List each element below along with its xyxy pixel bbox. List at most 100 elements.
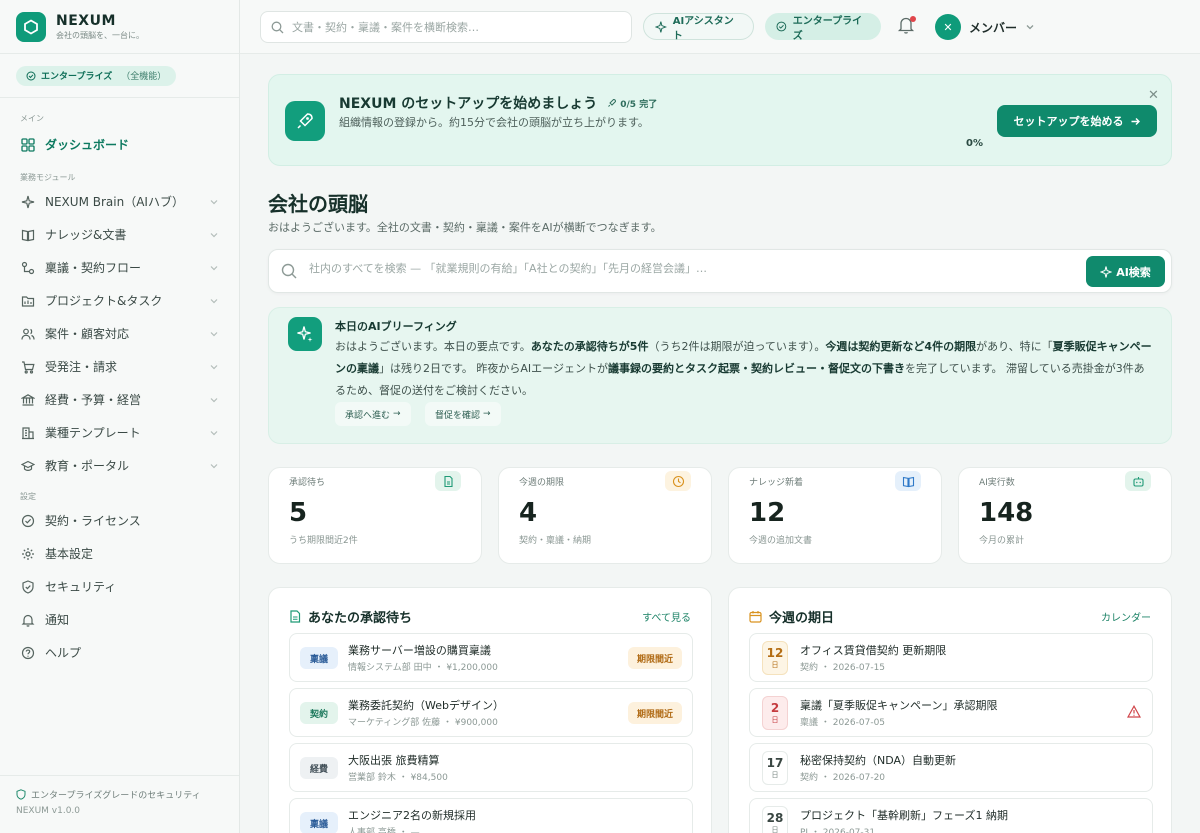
- nav-section-settings: 設定: [20, 492, 36, 501]
- ai-assistant-button[interactable]: AIアシスタント: [643, 13, 754, 42]
- stat-card[interactable]: AI実行数 148 今月の累計: [958, 467, 1172, 564]
- approval-row[interactable]: 経費 大阪出張 旅費精算 営業部 鈴木 ・ ¥84,500: [289, 743, 693, 792]
- page-title: 会社の頭脳: [268, 192, 368, 216]
- stat-value: 5: [289, 498, 308, 528]
- grid-icon: [20, 137, 36, 153]
- help-icon: [20, 645, 36, 661]
- approvals-title: あなたの承認待ち: [308, 611, 413, 626]
- stat-sub: 今週の追加文書: [749, 536, 813, 546]
- sidebar-item-nexum-brain[interactable]: NEXUM Brain（AIハブ）: [0, 185, 239, 218]
- sidebar-item-license[interactable]: 契約・ライセンス: [0, 504, 239, 537]
- close-icon[interactable]: ✕: [1148, 88, 1159, 103]
- brand-tagline: 会社の頭脳を、一台に。: [56, 30, 144, 40]
- bell-icon: [20, 612, 36, 628]
- arrow-right-icon: [1131, 117, 1140, 125]
- brand[interactable]: NEXUM 会社の頭脳を、一台に。: [0, 0, 239, 54]
- approval-row[interactable]: 稟議 業務サーバー増設の購買稟議 情報システム部 田中 ・ ¥1,200,000 期限…: [289, 633, 693, 682]
- days-unit: 日: [771, 770, 779, 779]
- sidebar: NEXUM 会社の頭脳を、一台に。 エンタープライズ （全機能） メイン ダッシ…: [0, 0, 240, 833]
- sidebar-item-dashboard[interactable]: ダッシュボード: [0, 128, 239, 161]
- start-setup-button[interactable]: セットアップを始める: [997, 105, 1157, 137]
- setup-banner: NEXUM のセットアップを始めましょう 0/5 完了 組織情報の登録から。約1…: [268, 74, 1172, 166]
- sparkle-icon: [1100, 265, 1113, 278]
- sidebar-item-finance[interactable]: 経費・予算・経営: [0, 383, 239, 416]
- sidebar-item-help[interactable]: ヘルプ: [0, 636, 239, 669]
- sidebar-item-label: 基本設定: [45, 547, 94, 561]
- stat-card[interactable]: 承認待ち 5 うち期限間近2件: [268, 467, 482, 564]
- ai-search-button[interactable]: AI検索: [1086, 256, 1165, 287]
- arrow-right-icon: →: [483, 409, 491, 419]
- brain-search-input[interactable]: [309, 262, 1069, 275]
- sidebar-item-notifications[interactable]: 通知: [0, 603, 239, 636]
- sidebar-item-approval-flow[interactable]: 稟議・契約フロー: [0, 251, 239, 284]
- sidebar-item-label: ヘルプ: [45, 646, 82, 660]
- approval-meta: 情報システム部 田中 ・ ¥1,200,000: [348, 663, 498, 673]
- days-left-box: 12 日: [762, 641, 788, 675]
- chevron-down-icon: [210, 298, 218, 303]
- app-version: NEXUM v1.0.0: [16, 806, 81, 816]
- setup-percent: 0%: [966, 138, 983, 149]
- sidebar-item-orders[interactable]: 受発注・請求: [0, 350, 239, 383]
- users-icon: [20, 326, 36, 342]
- briefing-highlight: あなたの承認待ちが5件: [530, 340, 649, 353]
- deadline-row[interactable]: 17 日秘密保持契約（NDA）自動更新 契約 ・ 2026-07-20: [749, 743, 1153, 792]
- deadline-row[interactable]: 28 日プロジェクト「基幹刷新」フェーズ1 納期 PJ ・ 2026-07-31: [749, 798, 1153, 833]
- sidebar-item-label: 経費・予算・経営: [45, 393, 142, 407]
- notifications-button[interactable]: [897, 15, 917, 37]
- calendar-link[interactable]: カレンダー: [1101, 609, 1151, 624]
- sparkle-icon: [655, 21, 667, 32]
- sidebar-item-settings[interactable]: 基本設定: [0, 537, 239, 570]
- sidebar-item-label: 受発注・請求: [45, 360, 118, 374]
- stat-value: 148: [979, 498, 1034, 528]
- sparkle-icon: [20, 194, 36, 210]
- logo-icon: [16, 11, 46, 42]
- deadline-row[interactable]: 2 日稟議「夏季販促キャンペーン」承認期限 稟議 ・ 2026-07-05: [749, 688, 1153, 737]
- days-unit: 日: [771, 825, 779, 833]
- global-search-input[interactable]: [292, 20, 621, 34]
- sidebar-item-knowledge[interactable]: ナレッジ&文書: [0, 218, 239, 251]
- sidebar-item-cases[interactable]: 案件・顧客対応: [0, 317, 239, 350]
- sidebar-item-industry-templates[interactable]: 業種テンプレート: [0, 416, 239, 449]
- document-icon: [435, 471, 461, 491]
- approval-row[interactable]: 稟議 エンジニア2名の新規採用 人事部 高橋 ・ —: [289, 798, 693, 833]
- document-icon: [290, 610, 301, 623]
- chevron-down-icon: [210, 364, 218, 369]
- nav-section-main: メイン: [20, 114, 44, 123]
- sidebar-item-label: セキュリティ: [45, 580, 117, 594]
- go-to-approvals-link[interactable]: 承認へ進む →: [335, 402, 411, 426]
- briefing-text: （うち2件は期限が迫っています）。: [648, 340, 826, 353]
- avatar: ✕: [935, 14, 961, 40]
- briefing-highlight: 議事録の要約とタスク起票・契約レビュー・督促文の下書き: [607, 362, 905, 375]
- check-reminders-link[interactable]: 督促を確認 →: [425, 402, 501, 426]
- sidebar-item-security[interactable]: セキュリティ: [0, 570, 239, 603]
- cart-icon: [20, 359, 36, 375]
- sidebar-item-label: 契約・ライセンス: [45, 514, 141, 528]
- stat-card[interactable]: ナレッジ新着 12 今週の追加文書: [728, 467, 942, 564]
- days-left: 12: [766, 645, 784, 660]
- deadlines-panel: 今週の期日 カレンダー 12 日オフィス賃貸借契約 更新期限 契約 ・ 2026-0…: [728, 587, 1172, 833]
- deadline-meta: 契約 ・ 2026-07-20: [800, 773, 886, 783]
- stat-value: 12: [749, 498, 786, 528]
- global-search[interactable]: [260, 11, 632, 43]
- sidebar-item-education[interactable]: 教育・ポータル: [0, 449, 239, 482]
- chevron-down-icon: [210, 430, 218, 435]
- brain-search: AI検索: [268, 249, 1172, 293]
- deadline-row[interactable]: 12 日オフィス賃貸借契約 更新期限 契約 ・ 2026-07-15: [749, 633, 1153, 682]
- approval-row[interactable]: 契約 業務委託契約（Webデザイン） マーケティング部 佐藤 ・ ¥900,000 期…: [289, 688, 693, 737]
- see-all-link[interactable]: すべて見る: [642, 609, 691, 624]
- search-icon: [271, 21, 284, 33]
- flow-icon: [20, 260, 36, 276]
- briefing-text: があり、特に「: [976, 340, 1053, 353]
- enterprise-badge[interactable]: エンタープライズ: [765, 13, 881, 42]
- sidebar-item-label: 通知: [45, 613, 70, 627]
- stat-card[interactable]: 今週の期限 4 契約・稟議・納期: [498, 467, 712, 564]
- plan-label: エンタープライズ: [41, 72, 113, 82]
- plan-badge[interactable]: エンタープライズ （全機能）: [16, 65, 177, 86]
- deadline-meta: PJ ・ 2026-07-31: [800, 828, 876, 833]
- user-menu[interactable]: ✕ メンバー: [935, 13, 1035, 41]
- days-left: 17: [766, 755, 784, 770]
- calendar-icon: [749, 611, 762, 623]
- stat-label: 承認待ち: [289, 478, 326, 488]
- chevron-down-icon: [210, 331, 218, 336]
- sidebar-item-projects[interactable]: プロジェクト&タスク: [0, 284, 239, 317]
